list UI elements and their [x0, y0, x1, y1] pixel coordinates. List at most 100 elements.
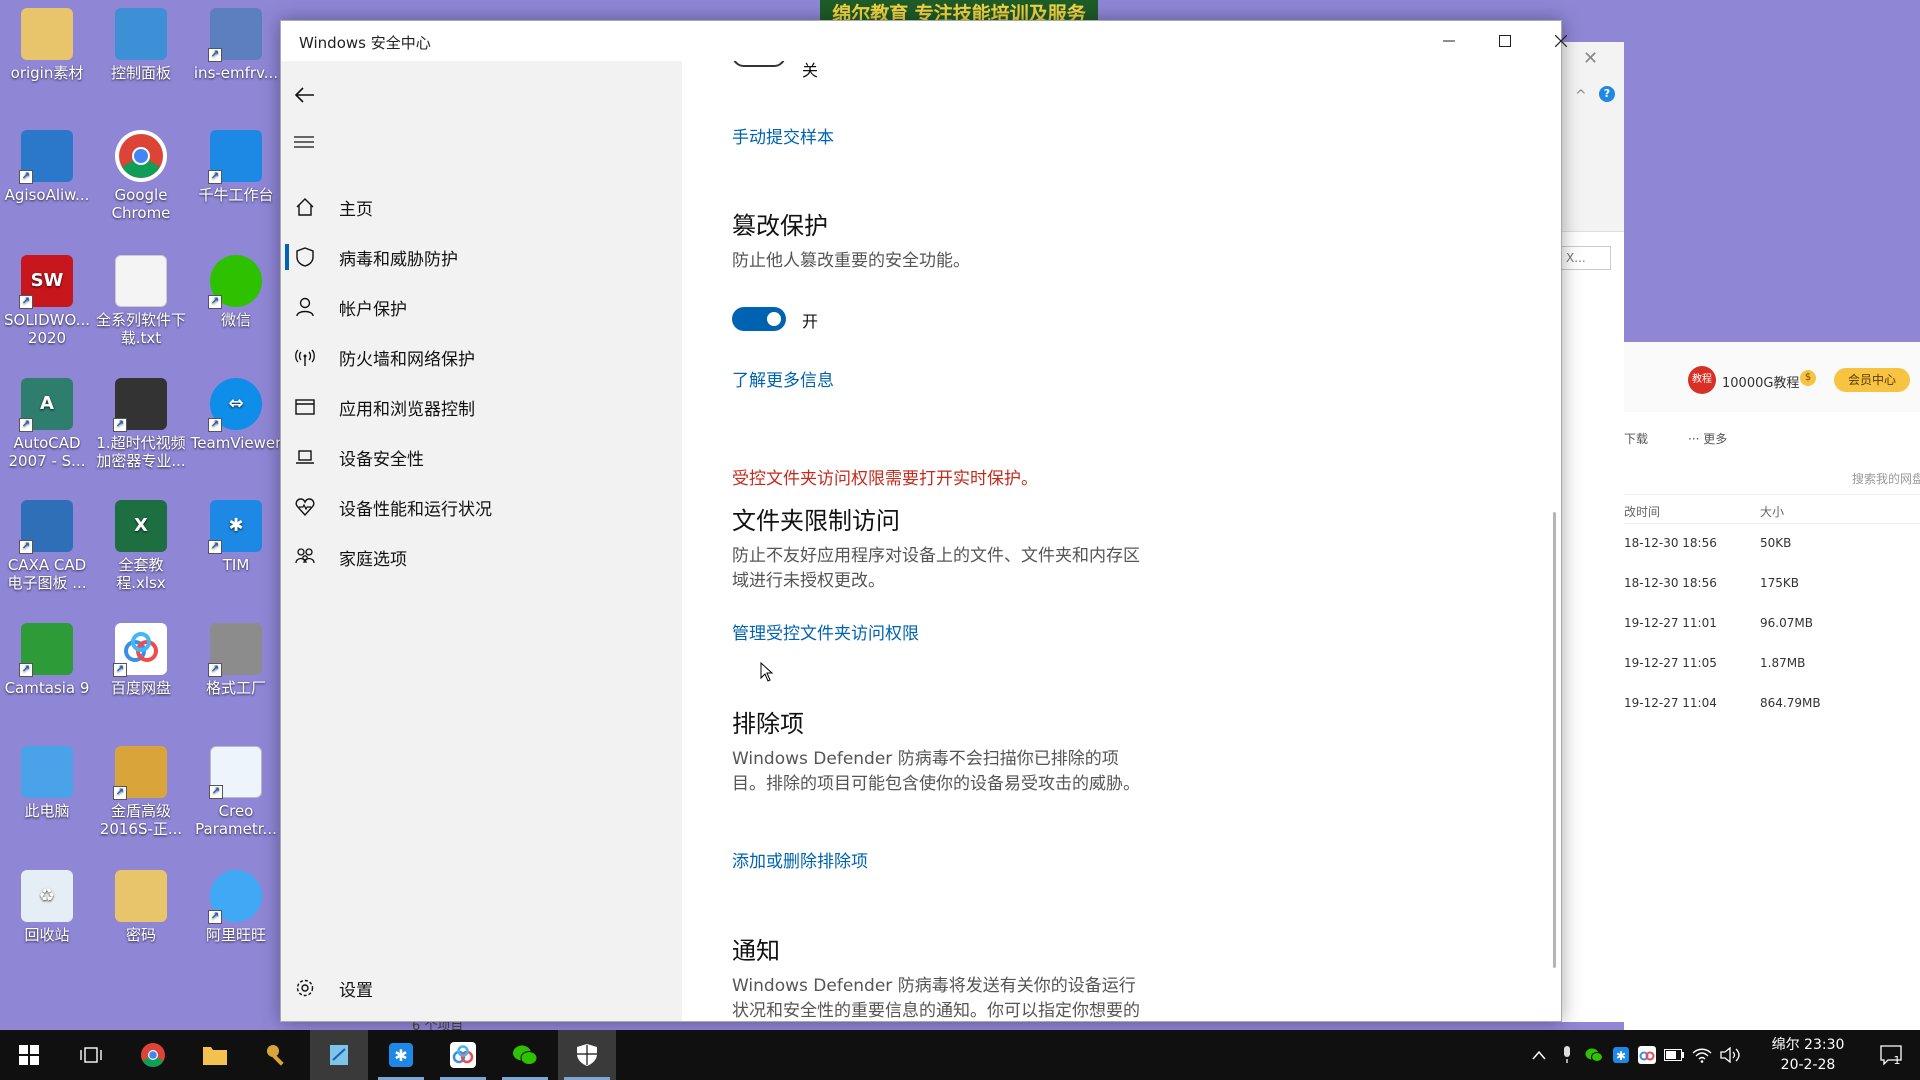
- desktop-icon-solidworks[interactable]: SW ↗ SOLIDWO... 2020: [1, 255, 93, 347]
- taskbar-editor-app[interactable]: [310, 1030, 368, 1080]
- desktop-icon-wechat[interactable]: ↗ 微信: [190, 255, 282, 329]
- format-factory-icon: ↗: [208, 623, 262, 677]
- taskbar-jindun[interactable]: [248, 1030, 306, 1080]
- clock-date: 20-2-28: [1780, 1057, 1836, 1073]
- table-row[interactable]: 18-12-30 18:56 50KB: [1624, 524, 1920, 564]
- table-row[interactable]: 19-12-27 11:05 1.87MB: [1624, 644, 1920, 684]
- column-header-time[interactable]: 改时间: [1624, 503, 1660, 520]
- vip-center-button[interactable]: 会员中心: [1834, 368, 1910, 392]
- table-row[interactable]: 19-12-27 11:04 864.79MB: [1624, 684, 1920, 724]
- baidu-pan-window[interactable]: 教程 10000G教程 $ 会员中心 下载 ··· 更多 搜索我的网盘 改时间 …: [1624, 342, 1920, 1032]
- cloud-protection-toggle[interactable]: [732, 61, 786, 67]
- key-icon: [267, 1045, 284, 1066]
- sidebar-item-family[interactable]: 家庭选项: [281, 532, 682, 582]
- add-remove-exclusions-link[interactable]: 添加或删除排除项: [732, 847, 868, 872]
- tray-volume[interactable]: [1718, 1030, 1742, 1080]
- more-button[interactable]: ··· 更多: [1688, 430, 1727, 447]
- desktop-icon-ins-emf[interactable]: ↗ ins-emfrv...: [190, 8, 282, 82]
- tim-star-icon: ✱: [389, 1043, 413, 1067]
- wifi-icon: [1692, 1048, 1712, 1063]
- desktop-icon-autocad[interactable]: A ↗ AutoCAD 2007 - S...: [1, 378, 93, 470]
- arrow-left-icon: [294, 87, 314, 103]
- column-header-size[interactable]: 大小: [1760, 503, 1784, 520]
- desktop-icon-chrome[interactable]: Google Chrome: [95, 130, 187, 222]
- tray-network[interactable]: [1690, 1030, 1714, 1080]
- tray-overflow-button[interactable]: [1526, 1030, 1552, 1080]
- tray-tim[interactable]: ✱: [1610, 1030, 1632, 1080]
- taskbar-baidu-pan[interactable]: [434, 1030, 492, 1080]
- battery-icon: [1664, 1049, 1684, 1061]
- minimize-button[interactable]: [1421, 21, 1477, 61]
- sidebar-item-firewall[interactable]: 防火墙和网络保护: [281, 332, 682, 382]
- desktop-icon-txt[interactable]: 全系列软件下 载.txt: [95, 255, 187, 347]
- sidebar-item-account-protection[interactable]: 帐户保护: [281, 282, 682, 332]
- taskbar-file-explorer[interactable]: [186, 1030, 244, 1080]
- close-button[interactable]: [1533, 21, 1589, 61]
- tray-battery[interactable]: [1662, 1030, 1686, 1080]
- sidebar-item-app-browser[interactable]: 应用和浏览器控制: [281, 382, 682, 432]
- task-view-button[interactable]: [62, 1030, 120, 1080]
- help-icon[interactable]: ?: [1599, 86, 1615, 102]
- table-row[interactable]: 19-12-27 11:01 96.07MB: [1624, 604, 1920, 644]
- taskbar-wechat[interactable]: [496, 1030, 554, 1080]
- desktop-icon-camtasia[interactable]: ↗ Camtasia 9: [1, 623, 93, 697]
- desktop-icon-recycle-bin[interactable]: ♻ 回收站: [1, 870, 93, 944]
- sidebar-item-device-performance[interactable]: 设备性能和运行状况: [281, 482, 682, 532]
- table-row[interactable]: 18-12-30 18:56 175KB: [1624, 564, 1920, 604]
- desktop-icon-xlsx[interactable]: X 全套教程.xlsx: [95, 500, 187, 592]
- search-input[interactable]: X...: [1561, 246, 1611, 270]
- windows-security-window[interactable]: Windows 安全中心 主页 病毒和威胁防护 帐户保护 防火墙和网络保护 应用…: [280, 20, 1567, 1022]
- desktop-icon-aliwangwang[interactable]: ↗ 阿里旺旺: [190, 870, 282, 944]
- close-icon: [1555, 35, 1567, 47]
- sidebar-item-settings[interactable]: 设置: [281, 963, 682, 1013]
- sidebar-item-home[interactable]: 主页: [281, 182, 682, 232]
- maximize-button[interactable]: [1477, 21, 1533, 61]
- tray-wechat[interactable]: [1582, 1030, 1606, 1080]
- cloud-protection-toggle-state: 关: [802, 61, 819, 80]
- start-button[interactable]: [0, 1030, 58, 1080]
- wechat-icon: [513, 1045, 538, 1065]
- desktop-icon-video-encrypt[interactable]: ↗ 1.超时代视频 加密器专业...: [95, 378, 187, 470]
- taskbar-tim[interactable]: ✱: [372, 1030, 430, 1080]
- desktop-icon-jindun[interactable]: ↗ 金盾高级 2016S-正...: [95, 746, 187, 838]
- title-bar[interactable]: Windows 安全中心: [281, 21, 1567, 61]
- avatar[interactable]: 教程: [1688, 366, 1716, 394]
- desktop-icon-caxa[interactable]: ↗ CAXA CAD 电子图板 ...: [1, 500, 93, 592]
- tray-microphone[interactable]: [1556, 1030, 1578, 1080]
- desktop-icon-qianniu[interactable]: ↗ 千牛工作台: [190, 130, 282, 204]
- excel-icon: X: [115, 500, 167, 552]
- mail-app-icon: ↗: [19, 130, 73, 184]
- desktop-icon-creo[interactable]: ↗ Creo Parametr...: [190, 746, 282, 838]
- creo-icon: ↗: [209, 746, 262, 799]
- taskbar-windows-security[interactable]: [558, 1030, 616, 1080]
- download-button[interactable]: 下载: [1624, 430, 1648, 447]
- sidebar-item-device-security[interactable]: 设备安全性: [281, 432, 682, 482]
- manual-submit-sample-link[interactable]: 手动提交样本: [732, 123, 834, 148]
- desktop-icon-this-pc[interactable]: 此电脑: [1, 746, 93, 820]
- desktop-icon-control-panel[interactable]: 控制面板: [95, 8, 187, 82]
- learn-more-link[interactable]: 了解更多信息: [732, 366, 834, 391]
- tray-baidu-pan[interactable]: [1636, 1030, 1658, 1080]
- desktop-icon-agiso[interactable]: ↗ AgisoAliw...: [1, 130, 93, 204]
- sidebar-item-virus-protection[interactable]: 病毒和威胁防护: [281, 232, 682, 282]
- chevron-up-icon[interactable]: ^: [1575, 88, 1587, 104]
- desktop-icon-baidu-pan[interactable]: ↗ 百度网盘: [95, 623, 187, 697]
- desktop-icon-teamviewer[interactable]: ⇔ ↗ TeamViewer: [190, 378, 282, 452]
- taskbar-clock[interactable]: 绵尔 23:30 20-2-28: [1760, 1035, 1856, 1075]
- search-hint[interactable]: 搜索我的网盘: [1852, 470, 1920, 487]
- back-button[interactable]: [293, 83, 323, 113]
- action-center-button[interactable]: 1: [1866, 1030, 1914, 1080]
- taskbar-chrome[interactable]: [124, 1030, 182, 1080]
- desktop-icon-tim[interactable]: ✱ ↗ TIM: [190, 500, 282, 574]
- tamper-protection-toggle[interactable]: [732, 307, 786, 331]
- task-view-icon: [80, 1047, 102, 1063]
- menu-button[interactable]: [293, 131, 323, 161]
- desktop-icon-password[interactable]: 密码: [95, 870, 187, 944]
- desktop-icon-origin[interactable]: origin素材: [1, 8, 93, 82]
- background-window[interactable]: ✕ ^ ? X...: [1560, 42, 1624, 1022]
- scrollbar[interactable]: [1553, 512, 1556, 968]
- desktop-icon-format-factory[interactable]: ↗ 格式工厂: [190, 623, 282, 697]
- manage-controlled-folder-link[interactable]: 管理受控文件夹访问权限: [732, 619, 919, 644]
- minimize-icon: [1443, 40, 1455, 42]
- chrome-icon: [115, 130, 167, 182]
